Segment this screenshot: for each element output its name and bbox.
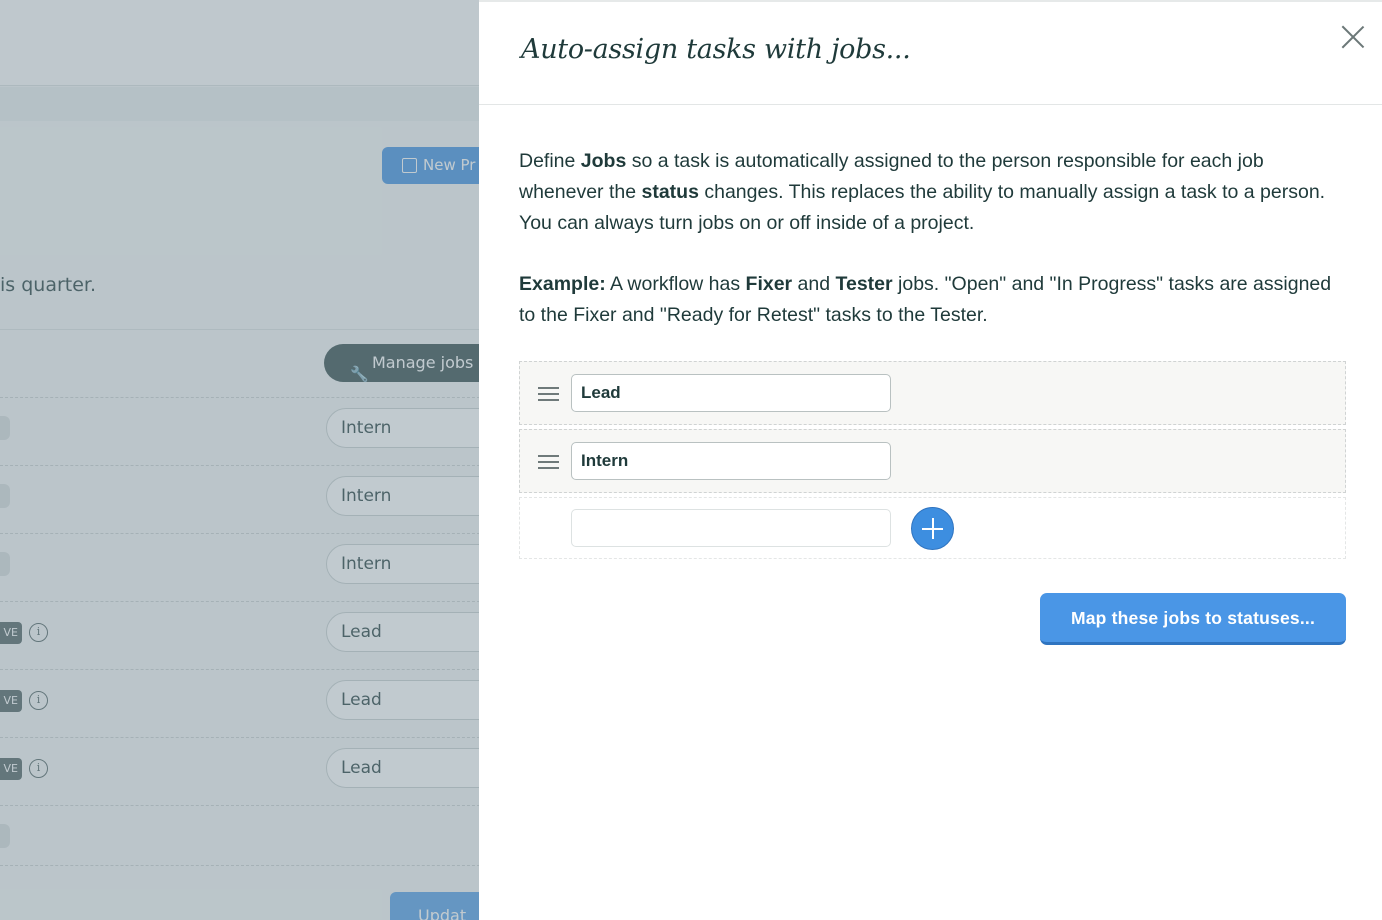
panel-header: Auto-assign tasks with jobs... [479,2,1382,105]
row-status-tag: VE [0,690,22,712]
info-icon[interactable]: i [29,691,48,710]
new-job-input[interactable] [571,509,891,547]
example-bold-fixer: Fixer [745,273,793,295]
map-jobs-to-statuses-button[interactable]: Map these jobs to statuses... [1040,593,1346,645]
background-divider [0,329,480,330]
job-name-input[interactable] [571,442,891,480]
row-job-select[interactable]: Lead [326,680,480,720]
row-job-select[interactable]: Intern [326,408,480,448]
example-bold-tester: Tester [835,273,893,295]
background-row: VE i Lead [0,669,480,737]
row-status-tag: VE [0,758,22,780]
row-status-stub [0,416,10,440]
row-status-tag: VE [0,622,22,644]
jobs-example: Example: A workflow has Fixer and Tester… [519,269,1339,331]
checklist-icon [402,158,417,173]
job-name-input[interactable] [571,374,891,412]
row-job-select[interactable]: Lead [326,612,480,652]
background-row: Intern [0,533,480,601]
drag-handle-icon[interactable] [538,387,559,401]
background-row: Intern [0,397,480,465]
add-job-plus-icon[interactable] [911,507,954,550]
panel-title: Auto-assign tasks with jobs... [521,34,911,65]
auto-assign-jobs-panel: Auto-assign tasks with jobs... Define Jo… [479,0,1382,920]
background-divider [0,865,480,866]
jobs-description: Define Jobs so a task is automatically a… [519,146,1339,239]
close-icon[interactable] [1340,24,1366,50]
new-project-label: New Pr [423,156,476,174]
background-row [0,805,480,865]
info-icon[interactable]: i [29,759,48,778]
background-row: VE i Lead [0,601,480,669]
desc-bold-status: status [641,181,699,203]
job-row [519,361,1346,425]
manage-jobs-button[interactable]: 🔧 Manage jobs [324,344,480,383]
drag-handle-icon[interactable] [538,455,559,469]
jobs-list [519,361,1346,563]
job-row [519,429,1346,493]
update-button[interactable]: Updat [390,892,480,920]
background-row: Intern [0,465,480,533]
manage-jobs-label: Manage jobs [372,353,474,372]
new-job-row [519,497,1346,559]
row-status-stub [0,484,10,508]
example-text: and [792,273,836,295]
example-text: A workflow has [605,273,746,295]
row-job-select[interactable]: Lead [326,748,480,788]
row-status-stub [0,824,10,848]
background-sub-bar [0,87,480,121]
row-job-select[interactable]: Intern [326,544,480,584]
wrench-icon: 🔧 [350,365,369,383]
new-project-button[interactable]: New Pr [382,147,480,184]
example-label: Example: [519,273,606,295]
background-page: New Pr is quarter. 🔧 Manage jobs Intern … [0,0,480,920]
info-icon[interactable]: i [29,623,48,642]
background-row: VE i Lead [0,737,480,805]
background-top-bar [0,0,480,86]
desc-bold-jobs: Jobs [580,150,627,172]
row-status-stub [0,552,10,576]
row-job-select[interactable]: Intern [326,476,480,516]
desc-text: Define [519,150,581,172]
background-quarter-text: is quarter. [0,274,97,296]
